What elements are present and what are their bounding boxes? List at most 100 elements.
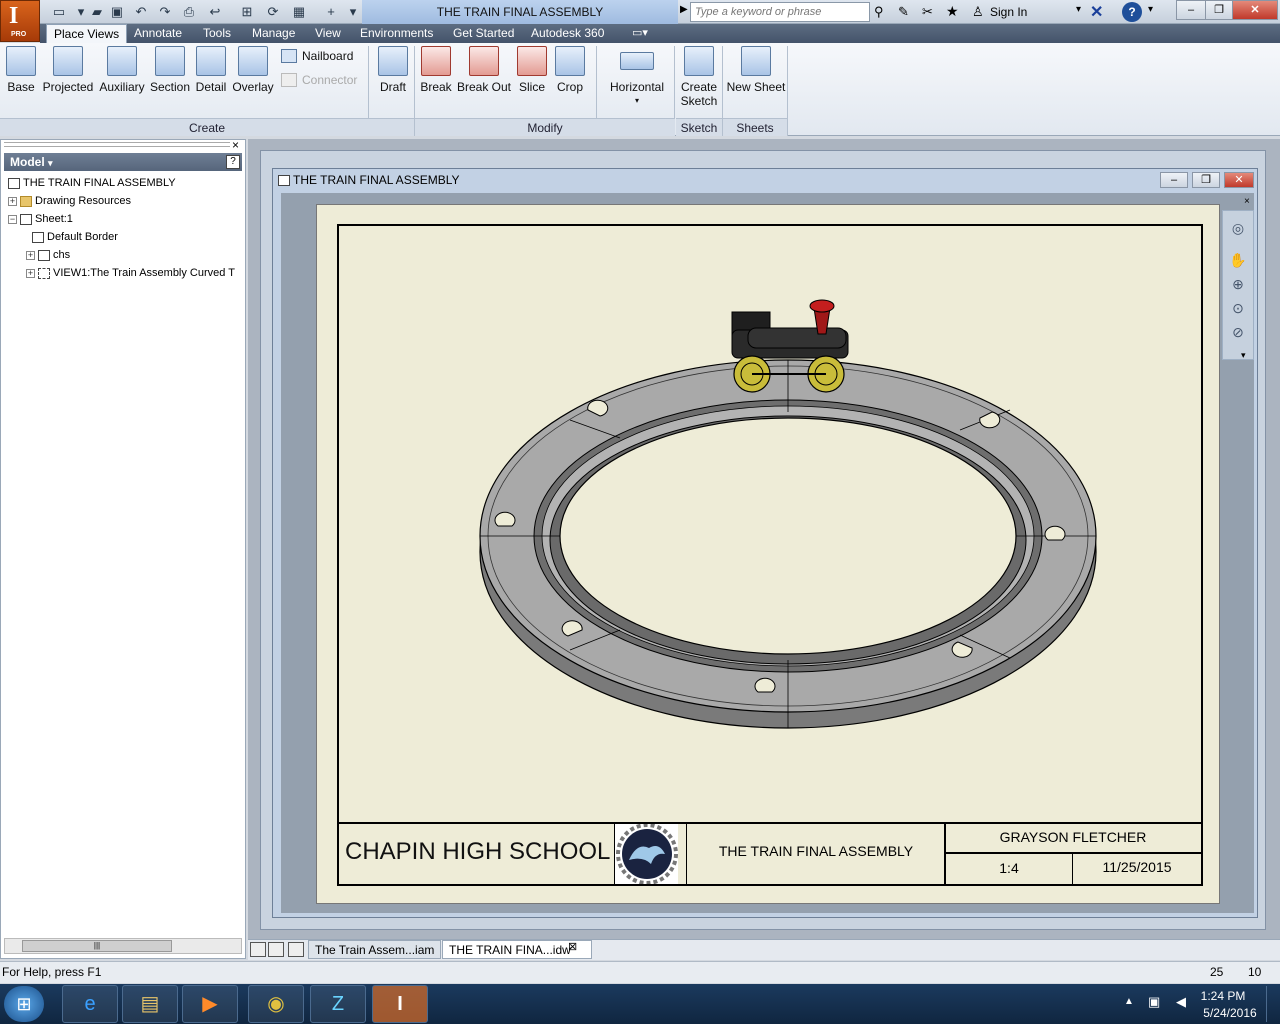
create-sketch-button[interactable]: Create Sketch (678, 46, 720, 108)
measure-icon[interactable]: ⊞ (238, 3, 256, 20)
ribbon-options-icon[interactable]: ▭▾ (632, 26, 648, 39)
steering-wheel-icon[interactable]: ◎ (1228, 220, 1248, 238)
doc-restore-button[interactable]: ❐ (1192, 172, 1220, 188)
break-out-button[interactable]: Break Out (456, 46, 512, 94)
browser-header[interactable]: Model ▾ (4, 153, 242, 171)
minimize-button[interactable]: ‒ (1176, 0, 1206, 20)
help-dropdown-icon[interactable]: ▾ (1148, 4, 1153, 15)
tile-icon[interactable] (268, 942, 284, 957)
file-explorer-icon[interactable]: ▤ (122, 985, 178, 1023)
auxiliary-button[interactable]: Auxiliary (98, 46, 146, 94)
sign-in-link[interactable]: Sign In (990, 0, 1027, 24)
zoom-window-icon[interactable]: ⊙ (1228, 300, 1248, 318)
panel-modify[interactable]: Modify (415, 118, 675, 136)
start-button-icon[interactable]: ⊞ (4, 986, 44, 1022)
network-icon[interactable]: ▣ (1148, 994, 1160, 1010)
overlay-button[interactable]: Overlay (231, 46, 275, 94)
detail-button[interactable]: Detail (194, 46, 228, 94)
media-player-icon[interactable]: ▶ (182, 985, 238, 1023)
crop-button[interactable]: Crop (552, 46, 588, 94)
tree-item[interactable]: − Sheet:1 (8, 210, 73, 228)
tab-get-started[interactable]: Get Started (446, 24, 521, 43)
user-icon[interactable]: ♙ (972, 4, 984, 20)
tab-tools[interactable]: Tools (196, 24, 238, 43)
application-menu-button[interactable]: I PRO (0, 0, 40, 42)
favorites-icon[interactable]: ★ (946, 3, 959, 20)
show-desktop-button[interactable] (1266, 986, 1278, 1022)
exchange-icon[interactable]: ✕ (1090, 2, 1103, 22)
draft-button[interactable]: Draft (374, 46, 412, 94)
wrench-icon[interactable]: ✎ (898, 4, 909, 20)
collapse-icon[interactable]: − (8, 214, 17, 224)
folder-icon[interactable]: ▰ (88, 3, 106, 20)
save-icon[interactable]: ▣ (108, 3, 126, 20)
expand-icon[interactable]: + (8, 196, 17, 206)
doc-tab-close-icon[interactable]: ⊠ (568, 940, 577, 953)
tools-icon[interactable]: ✂ (922, 4, 933, 20)
qat-dropdown-icon[interactable]: ▾ (344, 3, 362, 20)
new-sheet-button[interactable]: New Sheet (726, 46, 786, 94)
tab-view[interactable]: View (308, 24, 348, 43)
search-expand-icon[interactable]: ▶ (680, 4, 688, 15)
sign-in-dropdown-icon[interactable]: ▾ (1076, 4, 1081, 15)
scroll-thumb[interactable]: ||| (22, 940, 172, 952)
arrange-icon[interactable] (288, 942, 304, 957)
tree-item[interactable]: + VIEW1:The Train Assembly Curved T (26, 264, 242, 282)
section-button[interactable]: Section (148, 46, 192, 94)
tab-annotate[interactable]: Annotate (127, 24, 189, 43)
browser-grip[interactable] (4, 142, 230, 147)
zoom-selected-icon[interactable]: ⊘ (1228, 324, 1248, 342)
help-icon[interactable]: ? (1122, 2, 1142, 22)
doc-close-button[interactable]: ✕ (1224, 172, 1254, 188)
tree-item[interactable]: Default Border (32, 228, 118, 246)
print-icon[interactable]: ⎙ (180, 3, 198, 20)
expand-icon[interactable]: + (26, 250, 35, 260)
redo-icon[interactable]: ↷ (156, 3, 174, 20)
inventor-taskbar-icon[interactable]: I (372, 985, 428, 1023)
tab-environments[interactable]: Environments (353, 24, 440, 43)
tree-item[interactable]: + chs (26, 246, 70, 264)
navbar-options-icon[interactable]: ▾ (1241, 350, 1246, 361)
break-button[interactable]: Break (418, 46, 454, 94)
zoom-icon[interactable]: ⊕ (1228, 276, 1248, 294)
tree-item[interactable]: + Drawing Resources (8, 192, 131, 210)
internet-explorer-icon[interactable]: e (62, 985, 118, 1023)
return-icon[interactable]: ↩ (206, 3, 224, 20)
nailboard-button[interactable]: Nailboard (302, 49, 353, 63)
chrome-icon[interactable]: ◉ (248, 985, 304, 1023)
clock-date[interactable]: 5/24/2016 (1190, 1006, 1270, 1020)
clock-time[interactable]: 1:24 PM (1190, 989, 1256, 1003)
panel-sheets[interactable]: Sheets (723, 118, 787, 136)
cascade-icon[interactable] (250, 942, 266, 957)
search-input[interactable]: Type a keyword or phrase (690, 2, 870, 22)
restore-button[interactable]: ❐ (1205, 0, 1233, 20)
tab-manage[interactable]: Manage (245, 24, 302, 43)
binoculars-icon[interactable]: ⚲ (874, 4, 884, 20)
tab-autodesk-360[interactable]: Autodesk 360 (524, 24, 611, 43)
undo-icon[interactable]: ↶ (132, 3, 150, 20)
horizontal-button[interactable]: Horizontal ▾ (606, 46, 668, 108)
connector-button[interactable]: Connector (302, 73, 357, 87)
expand-icon[interactable]: + (26, 268, 35, 278)
panel-create[interactable]: Create (0, 118, 414, 136)
doc-tab-assembly[interactable]: The Train Assem...iam (308, 940, 442, 959)
train-assembly-view[interactable] (470, 290, 1110, 740)
base-button[interactable]: Base (4, 46, 38, 94)
doc-minimize-button[interactable]: ‒ (1160, 172, 1188, 188)
projected-button[interactable]: Projected (42, 46, 94, 94)
close-button[interactable]: ✕ (1232, 0, 1278, 20)
new-icon[interactable]: ▭ (50, 3, 68, 20)
volume-icon[interactable]: ◀ (1176, 994, 1186, 1010)
tab-place-views[interactable]: Place Views (46, 24, 128, 43)
zoom-app-icon[interactable]: Z (310, 985, 366, 1023)
panel-sketch[interactable]: Sketch (676, 118, 722, 136)
navbar-close-icon[interactable]: × (1244, 196, 1250, 207)
browser-close-icon[interactable]: × (232, 138, 239, 152)
update-icon[interactable]: ⟳ (264, 3, 282, 20)
add-icon[interactable]: + (322, 3, 340, 20)
slice-button[interactable]: Slice (514, 46, 550, 94)
tree-item[interactable]: THE TRAIN FINAL ASSEMBLY (8, 174, 176, 192)
browser-help-icon[interactable]: ? (226, 155, 240, 169)
pan-icon[interactable]: ✋ (1228, 252, 1248, 270)
tray-expand-icon[interactable]: ▲ (1124, 996, 1134, 1007)
